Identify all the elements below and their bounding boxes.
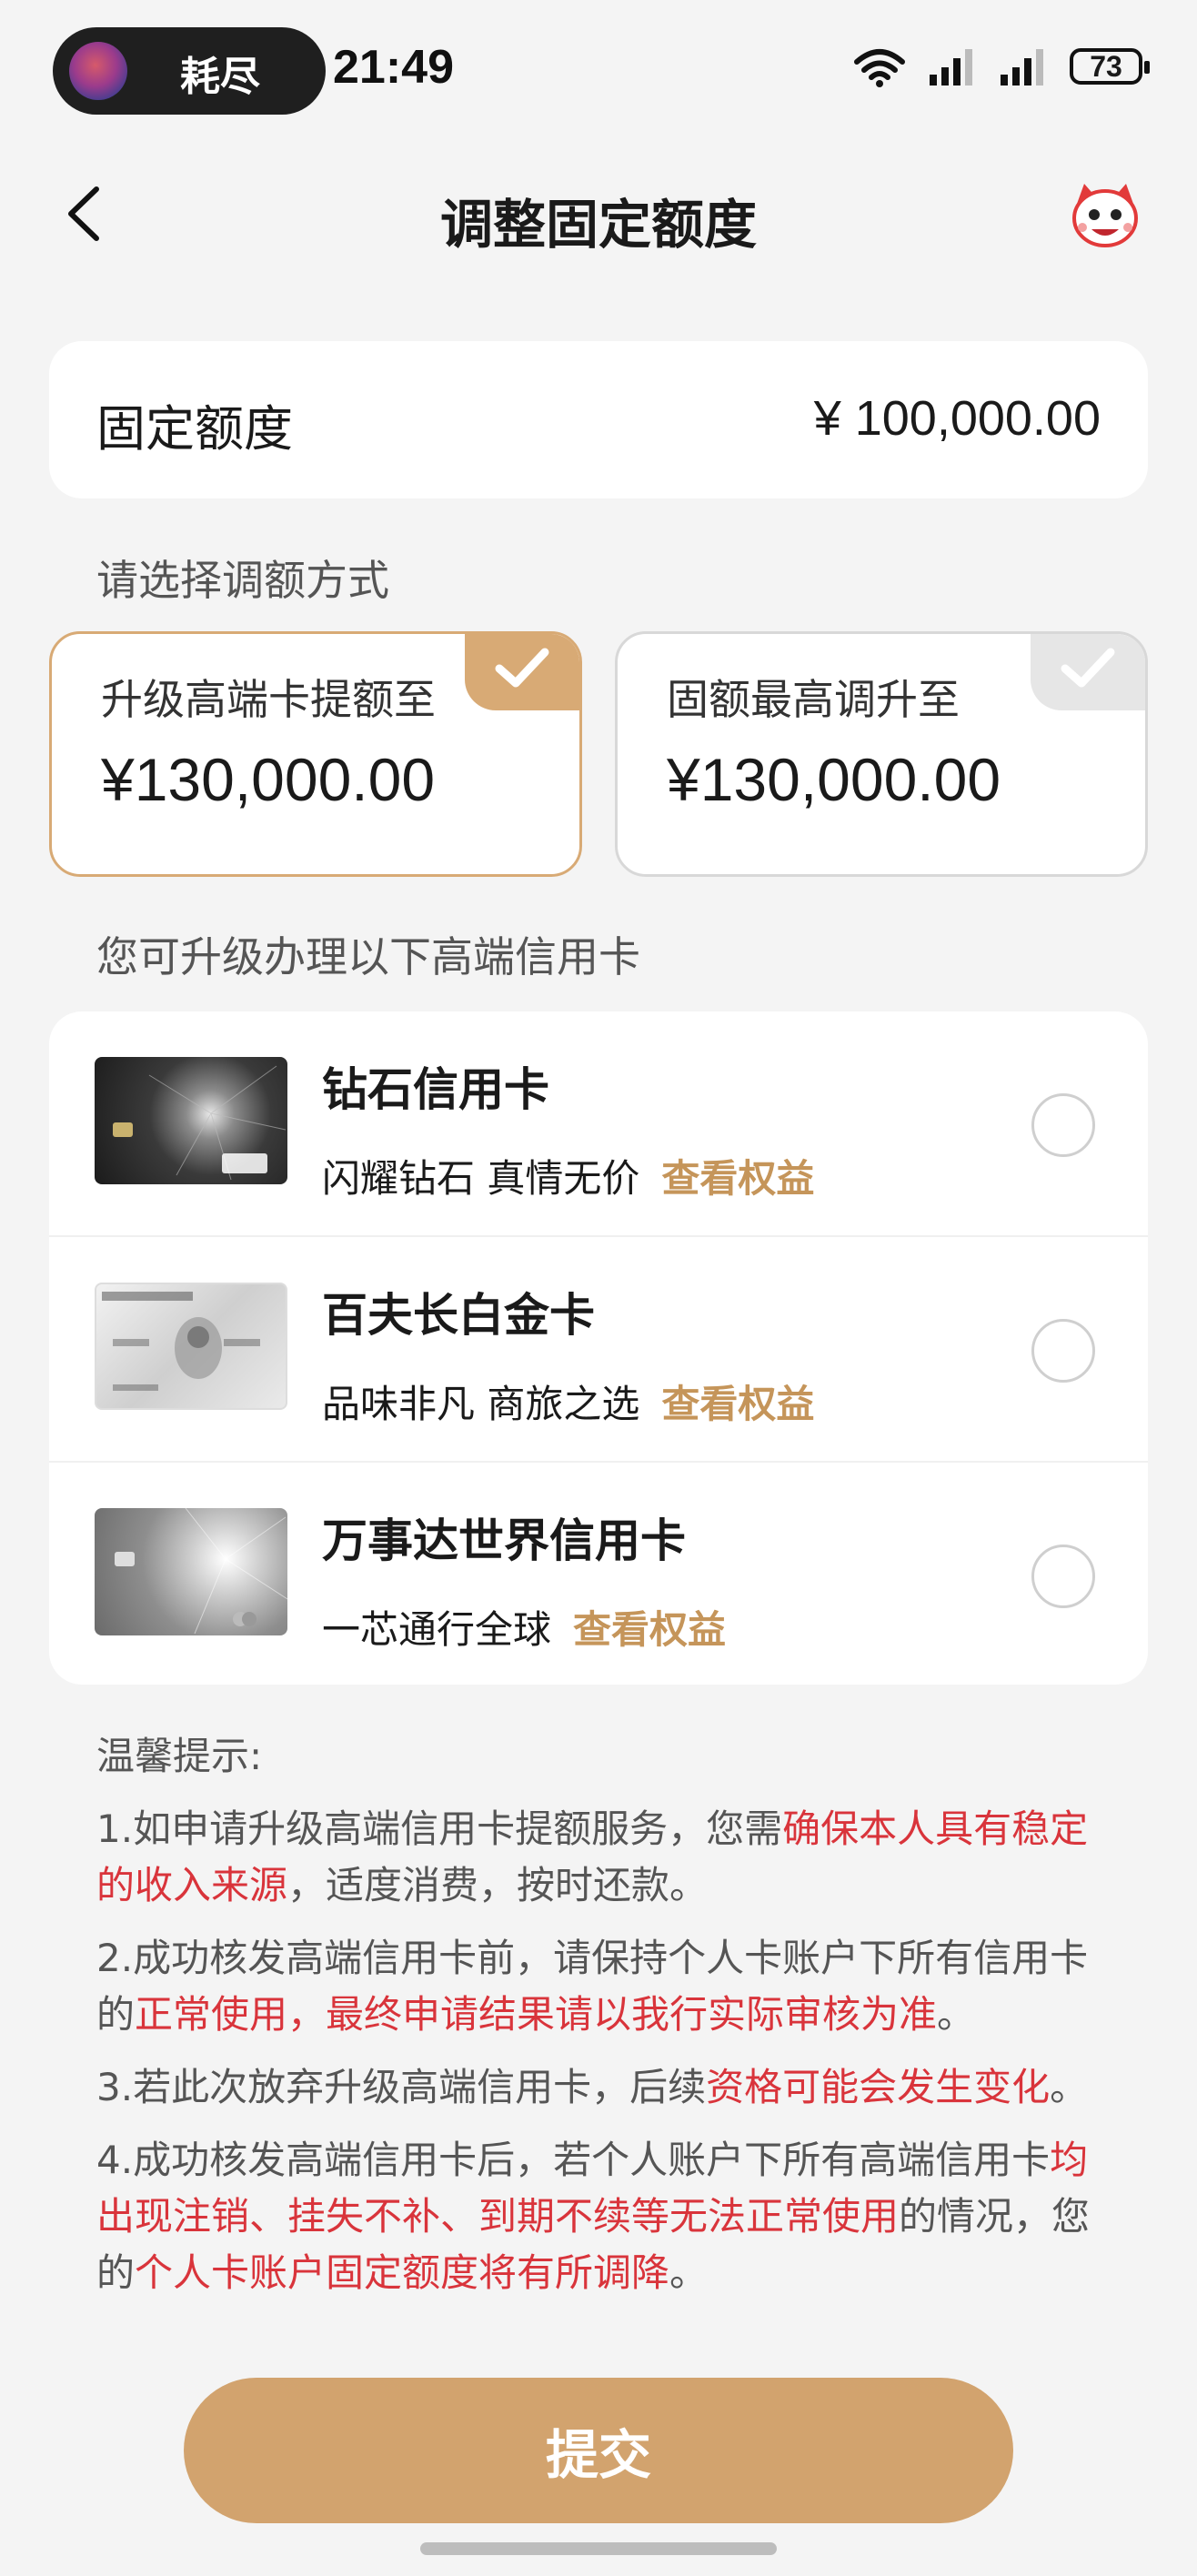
card-list: 钻石信用卡 闪耀钻石 真情无价 查看权益 百夫长白金卡 品味非凡 商旅之选 查看权益 bbox=[49, 1011, 1148, 1685]
option-value: ¥130,000.00 bbox=[667, 746, 1001, 813]
card-desc-line: 品味非凡 商旅之选 查看权益 bbox=[322, 1374, 814, 1429]
wifi-icon bbox=[854, 49, 905, 87]
card-image-diamond bbox=[95, 1057, 287, 1184]
radio-button[interactable] bbox=[1031, 1319, 1095, 1383]
tip-highlight-text: 资格可能会发生变化 bbox=[706, 2065, 1051, 2109]
card-name: 百夫长白金卡 bbox=[322, 1289, 595, 1342]
tips-section: 温馨提示: 1.如申请升级高端信用卡提额服务，您需确保本人具有稳定的收入来源，适… bbox=[96, 1728, 1106, 2301]
tip-text: 。 bbox=[1050, 2065, 1089, 2109]
tip-text: 。 bbox=[669, 2250, 709, 2295]
clock: 21:49 bbox=[333, 41, 454, 94]
radio-button[interactable] bbox=[1031, 1093, 1095, 1157]
tip-text: 。 bbox=[937, 1992, 976, 2037]
tip-item: 3.若此次放弃升级高端信用卡，后续资格可能会发生变化。 bbox=[96, 2059, 1106, 2116]
check-icon bbox=[1031, 634, 1145, 710]
check-icon bbox=[465, 634, 579, 710]
tip-highlight-text: 正常使用，最终申请结果请以我行实际审核为准 bbox=[135, 1992, 938, 2037]
tip-text: 4.成功核发高端信用卡后，若个人账户下所有高端信用卡 bbox=[96, 2138, 1051, 2182]
tip-highlight-text: 个人卡账户固定额度将有所调降 bbox=[135, 2250, 670, 2295]
adjust-method-label: 请选择调额方式 bbox=[96, 556, 389, 605]
view-benefits-link[interactable]: 查看权益 bbox=[661, 1156, 814, 1201]
pill-text: 耗尽 bbox=[180, 54, 260, 100]
card-desc: 一芯通行全球 bbox=[322, 1607, 552, 1652]
home-indicator[interactable] bbox=[420, 2542, 777, 2555]
activity-pill[interactable]: 耗尽 bbox=[53, 27, 326, 115]
option-label: 升级高端卡提额至 bbox=[101, 675, 436, 724]
cards-section-label: 您可升级办理以下高端信用卡 bbox=[96, 932, 640, 981]
list-item[interactable]: 万事达世界信用卡 一芯通行全球 查看权益 bbox=[49, 1463, 1148, 1688]
tip-text: ，适度消费，按时还款。 bbox=[287, 1863, 709, 1907]
card-desc-line: 一芯通行全球 查看权益 bbox=[322, 1599, 726, 1655]
submit-button[interactable]: 提交 bbox=[184, 2378, 1013, 2523]
card-desc-line: 闪耀钻石 真情无价 查看权益 bbox=[322, 1148, 814, 1203]
view-benefits-link[interactable]: 查看权益 bbox=[573, 1607, 726, 1652]
status-bar: 耗尽 21:49 73 bbox=[0, 0, 1197, 136]
option-label: 固额最高调升至 bbox=[667, 675, 960, 724]
card-name: 钻石信用卡 bbox=[322, 1063, 549, 1116]
fixed-quota-card: 固定额度 ¥ 100,000.00 bbox=[49, 341, 1148, 498]
fixed-quota-label: 固定额度 bbox=[96, 400, 293, 458]
card-desc: 品味非凡 商旅之选 bbox=[322, 1382, 640, 1426]
option-upgrade-card[interactable]: 升级高端卡提额至 ¥130,000.00 bbox=[49, 631, 582, 877]
page-title: 调整固定额度 bbox=[439, 194, 757, 256]
list-item[interactable]: 钻石信用卡 闪耀钻石 真情无价 查看权益 bbox=[49, 1011, 1148, 1237]
view-benefits-link[interactable]: 查看权益 bbox=[661, 1382, 814, 1426]
signal-icon-2 bbox=[1001, 49, 1043, 86]
tips-list: 1.如申请升级高端信用卡提额服务，您需确保本人具有稳定的收入来源，适度消费，按时… bbox=[96, 1801, 1106, 2301]
mascot-icon[interactable] bbox=[1064, 178, 1146, 251]
option-fixed-raise[interactable]: 固额最高调升至 ¥130,000.00 bbox=[615, 631, 1148, 877]
battery-icon: 73 bbox=[1070, 48, 1150, 85]
tip-item: 2.成功核发高端信用卡前，请保持个人卡账户下所有信用卡的正常使用，最终申请结果请… bbox=[96, 1930, 1106, 2043]
radio-button[interactable] bbox=[1031, 1545, 1095, 1608]
card-image-mastercard-world bbox=[95, 1508, 287, 1635]
card-image-centurion bbox=[95, 1283, 287, 1410]
tip-item: 4.成功核发高端信用卡后，若个人账户下所有高端信用卡均出现注销、挂失不补、到期不… bbox=[96, 2132, 1106, 2301]
status-icons: 73 bbox=[851, 45, 1150, 87]
card-desc: 闪耀钻石 真情无价 bbox=[322, 1156, 640, 1201]
battery-level: 73 bbox=[1090, 49, 1122, 83]
list-item[interactable]: 百夫长白金卡 品味非凡 商旅之选 查看权益 bbox=[49, 1237, 1148, 1463]
tips-title: 温馨提示: bbox=[96, 1734, 263, 1778]
tip-item: 1.如申请升级高端信用卡提额服务，您需确保本人具有稳定的收入来源，适度消费，按时… bbox=[96, 1801, 1106, 1914]
fixed-quota-value: ¥ 100,000.00 bbox=[813, 391, 1101, 446]
signal-icon bbox=[930, 49, 972, 86]
tip-text: 3.若此次放弃升级高端信用卡，后续 bbox=[96, 2065, 707, 2109]
tip-text: 1.如申请升级高端信用卡提额服务，您需 bbox=[96, 1806, 783, 1851]
nav-bar: 调整固定额度 bbox=[0, 155, 1197, 273]
option-value: ¥130,000.00 bbox=[101, 746, 436, 813]
avatar bbox=[69, 42, 127, 100]
card-name: 万事达世界信用卡 bbox=[322, 1514, 686, 1567]
